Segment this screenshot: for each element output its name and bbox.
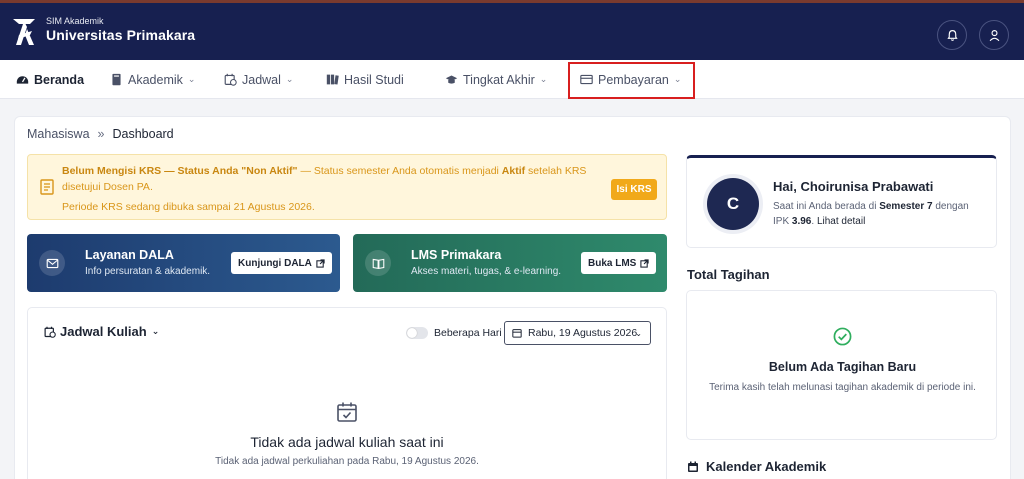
nav-item-hasil-studi[interactable]: Hasil Studi — [326, 60, 404, 99]
isi-krs-button[interactable]: Isi KRS — [611, 179, 657, 200]
alert-text: Belum Mengisi KRS — Status Anda "Non Akt… — [62, 163, 592, 215]
dala-subtitle: Info persuratan & akademik. — [85, 266, 211, 277]
alert-period: Periode KRS sedang dibuka sampai 21 Agus… — [62, 201, 315, 213]
top-bar: SIM Akademik Universitas Primakara — [0, 0, 1024, 60]
krs-alert: Belum Mengisi KRS — Status Anda "Non Akt… — [27, 154, 667, 220]
lms-card: LMS Primakara Akses materi, tugas, & e-l… — [353, 234, 667, 292]
user-menu-button[interactable] — [979, 20, 1009, 50]
nav-label: Akademik — [128, 72, 183, 87]
calendar-clock-icon — [224, 73, 237, 86]
tagihan-subtitle: Terima kasih telah melunasi tagihan akad… — [709, 382, 976, 393]
dala-card: Layanan DALA Info persuratan & akademik.… — [27, 234, 340, 292]
tagihan-card: Belum Ada Tagihan Baru Terima kasih tela… — [686, 290, 997, 440]
chevron-down-icon: ⌄ — [151, 326, 160, 336]
mail-icon-wrapper — [39, 250, 65, 276]
button-label: Kunjungi DALA — [238, 257, 312, 269]
total-tagihan-heading: Total Tagihan — [687, 267, 770, 282]
graduation-cap-icon — [445, 75, 458, 84]
alert-text-part: — Status semester Anda otomatis menjadi — [297, 165, 502, 177]
main-nav: Beranda Akademik ⌄ Jadwal ⌄ Hasil Studi Ti… — [0, 60, 1024, 99]
semester-value: Semester 7 — [879, 201, 933, 212]
book-open-icon-wrapper — [365, 250, 391, 276]
nav-label: Tingkat Akhir — [463, 72, 535, 87]
mail-icon — [46, 258, 58, 268]
ipk-value: 3.96 — [791, 216, 812, 227]
greeting: Hai, Choirunisa Prabawati — [773, 179, 934, 194]
tagihan-title: Belum Ada Tagihan Baru — [768, 360, 917, 374]
external-link-icon — [640, 258, 649, 268]
university-logo-icon[interactable] — [10, 15, 38, 49]
nav-label: Jadwal — [242, 72, 281, 87]
nav-item-beranda[interactable]: Beranda — [16, 60, 84, 99]
app-small-title: SIM Akademik — [46, 16, 104, 26]
kalender-heading: Kalender Akademik — [687, 459, 826, 474]
kunjungi-dala-button[interactable]: Kunjungi DALA — [231, 252, 332, 274]
dashboard-icon — [16, 76, 29, 84]
date-picker[interactable]: Rabu, 19 Agustus 2026 ⌄ — [504, 321, 651, 345]
breadcrumb-parent[interactable]: Mahasiswa — [27, 127, 90, 141]
document-list-icon — [40, 179, 54, 195]
lihat-detail-link[interactable]: Lihat detail — [817, 216, 865, 227]
book-open-icon — [372, 258, 384, 269]
calendar-clock-icon — [44, 326, 56, 338]
check-circle-icon — [833, 327, 852, 346]
nav-label: Hasil Studi — [344, 72, 404, 87]
user-icon — [989, 29, 999, 41]
lms-title: LMS Primakara — [411, 248, 502, 262]
schedule-card: Jadwal Kuliah ⌄ Beberapa Hari Rabu, 19 Ag… — [27, 307, 667, 479]
app-title: Universitas Primakara — [46, 27, 196, 43]
external-link-icon — [316, 258, 325, 268]
empty-schedule-title: Tidak ada jadwal kuliah saat ini — [250, 434, 444, 450]
chevron-down-icon: ⌄ — [187, 74, 196, 84]
chevron-down-icon: ⌄ — [539, 74, 548, 84]
breadcrumb-current: Dashboard — [112, 127, 174, 141]
calendar-icon — [688, 461, 698, 472]
buka-lms-button[interactable]: Buka LMS — [581, 252, 657, 274]
calendar-check-icon — [337, 402, 357, 422]
chevron-down-icon: ⌄ — [635, 328, 642, 338]
notification-button[interactable] — [937, 20, 967, 50]
schedule-title[interactable]: Jadwal Kuliah ⌄ — [44, 324, 159, 339]
multi-day-toggle[interactable] — [406, 327, 428, 339]
alert-bold-status: Belum Mengisi KRS — Status Anda "Non Akt… — [62, 165, 298, 177]
alert-bold-aktif: Aktif — [501, 165, 526, 177]
bell-icon — [946, 29, 958, 41]
profile-card: C Hai, Choirunisa Prabawati Saat ini And… — [686, 155, 997, 248]
highlight-box — [568, 62, 695, 99]
books-icon — [326, 74, 339, 85]
toggle-label: Beberapa Hari — [434, 327, 502, 339]
kalender-label: Kalender Akademik — [706, 459, 827, 474]
dala-title: Layanan DALA — [85, 248, 174, 262]
calendar-icon — [512, 329, 522, 338]
nav-item-tingkat-akhir[interactable]: Tingkat Akhir ⌄ — [445, 60, 547, 99]
profile-info: Saat ini Anda berada di Semester 7 denga… — [773, 199, 973, 229]
breadcrumb-separator: » — [97, 127, 105, 141]
lms-subtitle: Akses materi, tugas, & e-learning. — [411, 266, 562, 277]
nav-label: Beranda — [34, 72, 85, 87]
schedule-title-label: Jadwal Kuliah — [60, 324, 147, 339]
chevron-down-icon: ⌄ — [285, 74, 294, 84]
nav-item-akademik[interactable]: Akademik ⌄ — [110, 60, 195, 99]
brand[interactable]: SIM Akademik Universitas Primakara — [46, 16, 195, 44]
avatar: C — [707, 178, 759, 230]
book-icon — [112, 73, 121, 86]
breadcrumb: Mahasiswa » Dashboard — [27, 127, 174, 141]
empty-schedule-subtitle: Tidak ada jadwal perkuliahan pada Rabu, … — [215, 456, 479, 467]
profile-info-text: Saat ini Anda berada di — [773, 201, 880, 212]
date-value: Rabu, 19 Agustus 2026 — [528, 327, 638, 339]
nav-item-jadwal[interactable]: Jadwal ⌄ — [224, 60, 293, 99]
button-label: Buka LMS — [588, 257, 637, 269]
